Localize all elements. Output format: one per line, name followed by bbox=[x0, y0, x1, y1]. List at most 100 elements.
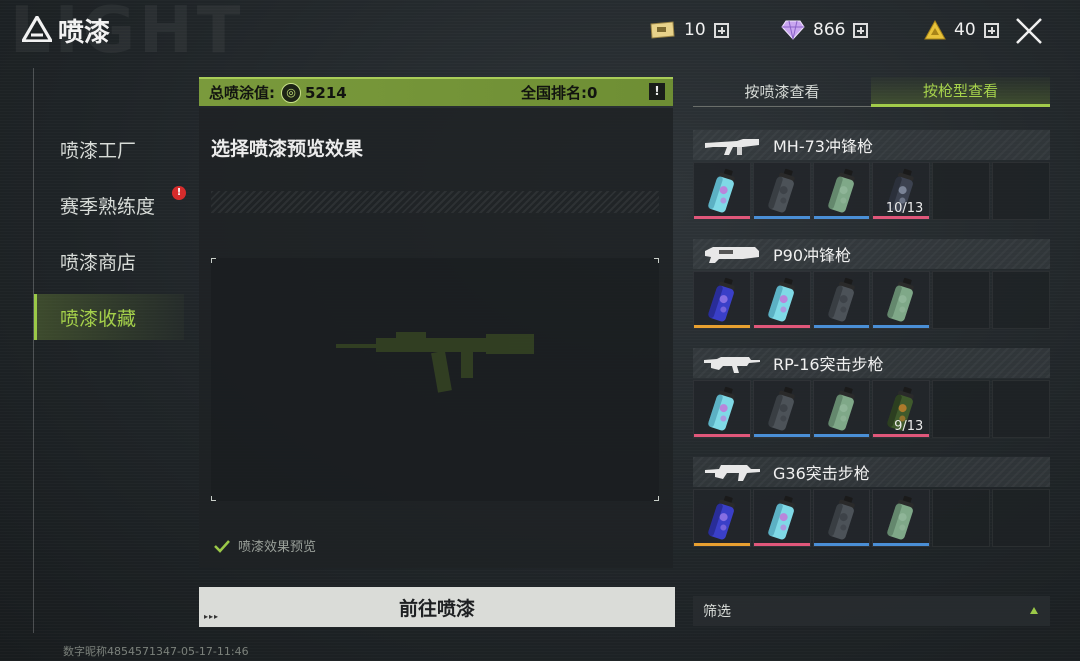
spray-slot-row bbox=[693, 489, 1050, 547]
spray-slot[interactable] bbox=[752, 489, 811, 547]
sidebar-item-season-mastery[interactable]: 赛季熟练度 ! bbox=[34, 182, 186, 228]
spray-slot[interactable] bbox=[752, 380, 811, 438]
spray-slot[interactable] bbox=[693, 271, 751, 329]
weapon-name: RP-16突击步枪 bbox=[773, 355, 884, 374]
page-title: 喷漆 bbox=[58, 18, 111, 48]
rarity-bar bbox=[873, 434, 930, 437]
weapon-header[interactable]: G36突击步枪 bbox=[693, 457, 1050, 487]
g36-icon bbox=[705, 465, 760, 481]
frame-corner bbox=[654, 258, 659, 263]
spray-can-icon bbox=[827, 386, 855, 431]
spray-coin-icon: ◎ bbox=[281, 82, 301, 103]
rarity-bar bbox=[753, 543, 810, 546]
filter-dropdown[interactable]: 筛选 bbox=[693, 596, 1050, 626]
spray-can-icon bbox=[767, 495, 795, 540]
tab-label: 按枪型查看 bbox=[922, 82, 998, 100]
total-score-label: 总喷涂值: bbox=[209, 84, 275, 102]
spray-slot[interactable] bbox=[812, 489, 871, 547]
preview-title: 选择喷漆预览效果 bbox=[211, 138, 364, 160]
rarity-bar bbox=[753, 216, 810, 219]
user-id-watermark: 数字昵称4854571347-05-17-11:46 bbox=[63, 645, 249, 658]
currency-diamond: 866 bbox=[781, 20, 869, 40]
spray-slot[interactable] bbox=[812, 380, 871, 438]
spray-can-icon bbox=[827, 495, 855, 540]
spray-can-icon bbox=[887, 495, 915, 540]
spray-slot[interactable] bbox=[872, 489, 931, 547]
currency-gold: 40 bbox=[924, 20, 999, 40]
empty-slot bbox=[992, 271, 1050, 329]
spray-slot[interactable] bbox=[693, 489, 751, 547]
close-icon[interactable] bbox=[1014, 16, 1044, 46]
add-ticket-button[interactable] bbox=[713, 22, 729, 38]
filter-label: 筛选 bbox=[703, 604, 731, 620]
sidebar-item-spray-shop[interactable]: 喷漆商店 bbox=[34, 238, 184, 284]
weapon-name: MH-73冲锋枪 bbox=[773, 137, 873, 156]
empty-slot bbox=[932, 271, 991, 329]
spray-slot[interactable] bbox=[752, 162, 811, 220]
spray-slot[interactable] bbox=[812, 162, 871, 220]
weapon-header[interactable]: P90冲锋枪 bbox=[693, 239, 1050, 269]
weapon-header[interactable]: RP-16突击步枪 bbox=[693, 348, 1050, 378]
sidebar-item-spray-collection[interactable]: 喷漆收藏 bbox=[34, 294, 184, 340]
ticket-icon bbox=[650, 21, 675, 39]
preview-effect-checkbox[interactable]: 喷漆效果预览 bbox=[213, 536, 316, 555]
tab-view-by-gun[interactable]: 按枪型查看 bbox=[871, 77, 1050, 107]
spray-can-icon bbox=[827, 277, 855, 322]
weapon-group: G36突击步枪 bbox=[693, 457, 1050, 547]
tab-view-by-spray[interactable]: 按喷漆查看 bbox=[693, 77, 871, 107]
spray-slot[interactable]: 9/13 bbox=[872, 380, 931, 438]
checkbox-label: 喷漆效果预览 bbox=[238, 540, 317, 555]
alert-badge: ! bbox=[172, 186, 186, 200]
spray-slot-row bbox=[693, 271, 1050, 329]
empty-slot bbox=[992, 489, 1050, 547]
go-spray-button[interactable]: 前往喷漆 ▸▸▸ bbox=[199, 587, 675, 627]
spray-can-icon bbox=[767, 168, 795, 213]
gold-triangle-icon bbox=[924, 20, 946, 40]
rarity-bar bbox=[813, 434, 870, 437]
checkmark-icon bbox=[214, 539, 230, 553]
arrow-up-icon bbox=[1030, 607, 1038, 614]
rarity-bar bbox=[873, 216, 930, 219]
game-logo-icon bbox=[22, 16, 52, 42]
spray-slot[interactable] bbox=[693, 162, 751, 220]
sidebar-item-label: 赛季熟练度 bbox=[60, 195, 156, 218]
weapon-group: RP-16突击步枪 9/13 bbox=[693, 348, 1050, 438]
rarity-bar bbox=[813, 543, 870, 546]
empty-slot bbox=[992, 162, 1050, 220]
rarity-bar bbox=[813, 216, 870, 219]
currency-ticket: 10 bbox=[648, 20, 729, 40]
sidebar-item-label: 喷漆工厂 bbox=[60, 139, 137, 162]
weapon-silhouette-icon bbox=[336, 332, 534, 393]
add-gold-button[interactable] bbox=[983, 22, 999, 38]
diamond-icon bbox=[781, 20, 805, 40]
info-button[interactable]: ! bbox=[649, 83, 665, 100]
sidebar-item-spray-factory[interactable]: 喷漆工厂 bbox=[34, 126, 184, 172]
spray-can-icon bbox=[708, 277, 735, 322]
empty-slot bbox=[932, 380, 991, 438]
rarity-bar bbox=[873, 325, 930, 328]
spray-slot[interactable] bbox=[752, 271, 811, 329]
rarity-bar bbox=[753, 325, 810, 328]
spray-slot[interactable] bbox=[693, 380, 751, 438]
go-spray-label: 前往喷漆 bbox=[398, 597, 475, 620]
spray-slot[interactable]: 10/13 bbox=[872, 162, 931, 220]
weapon-header[interactable]: MH-73冲锋枪 bbox=[693, 130, 1050, 160]
frame-corner bbox=[211, 496, 216, 501]
sidebar-item-label: 喷漆收藏 bbox=[60, 307, 137, 330]
button-decoration: ▸▸▸ bbox=[204, 612, 220, 621]
ticket-count: 10 bbox=[684, 20, 706, 40]
rarity-bar bbox=[694, 325, 750, 328]
rarity-bar bbox=[694, 434, 750, 437]
gold-count: 40 bbox=[954, 20, 976, 40]
spray-slot[interactable] bbox=[872, 271, 931, 329]
preview-selector-bar[interactable] bbox=[211, 191, 659, 213]
spray-can-icon bbox=[767, 386, 795, 431]
spray-can-icon bbox=[767, 277, 795, 322]
rarity-bar bbox=[813, 325, 870, 328]
add-diamond-button[interactable] bbox=[853, 22, 869, 38]
spray-slot[interactable] bbox=[812, 271, 871, 329]
national-rank: 全国排名:0 bbox=[521, 84, 598, 102]
spray-can-icon bbox=[887, 277, 915, 322]
spray-can-icon bbox=[708, 168, 735, 213]
collection-count: 9/13 bbox=[894, 419, 924, 434]
